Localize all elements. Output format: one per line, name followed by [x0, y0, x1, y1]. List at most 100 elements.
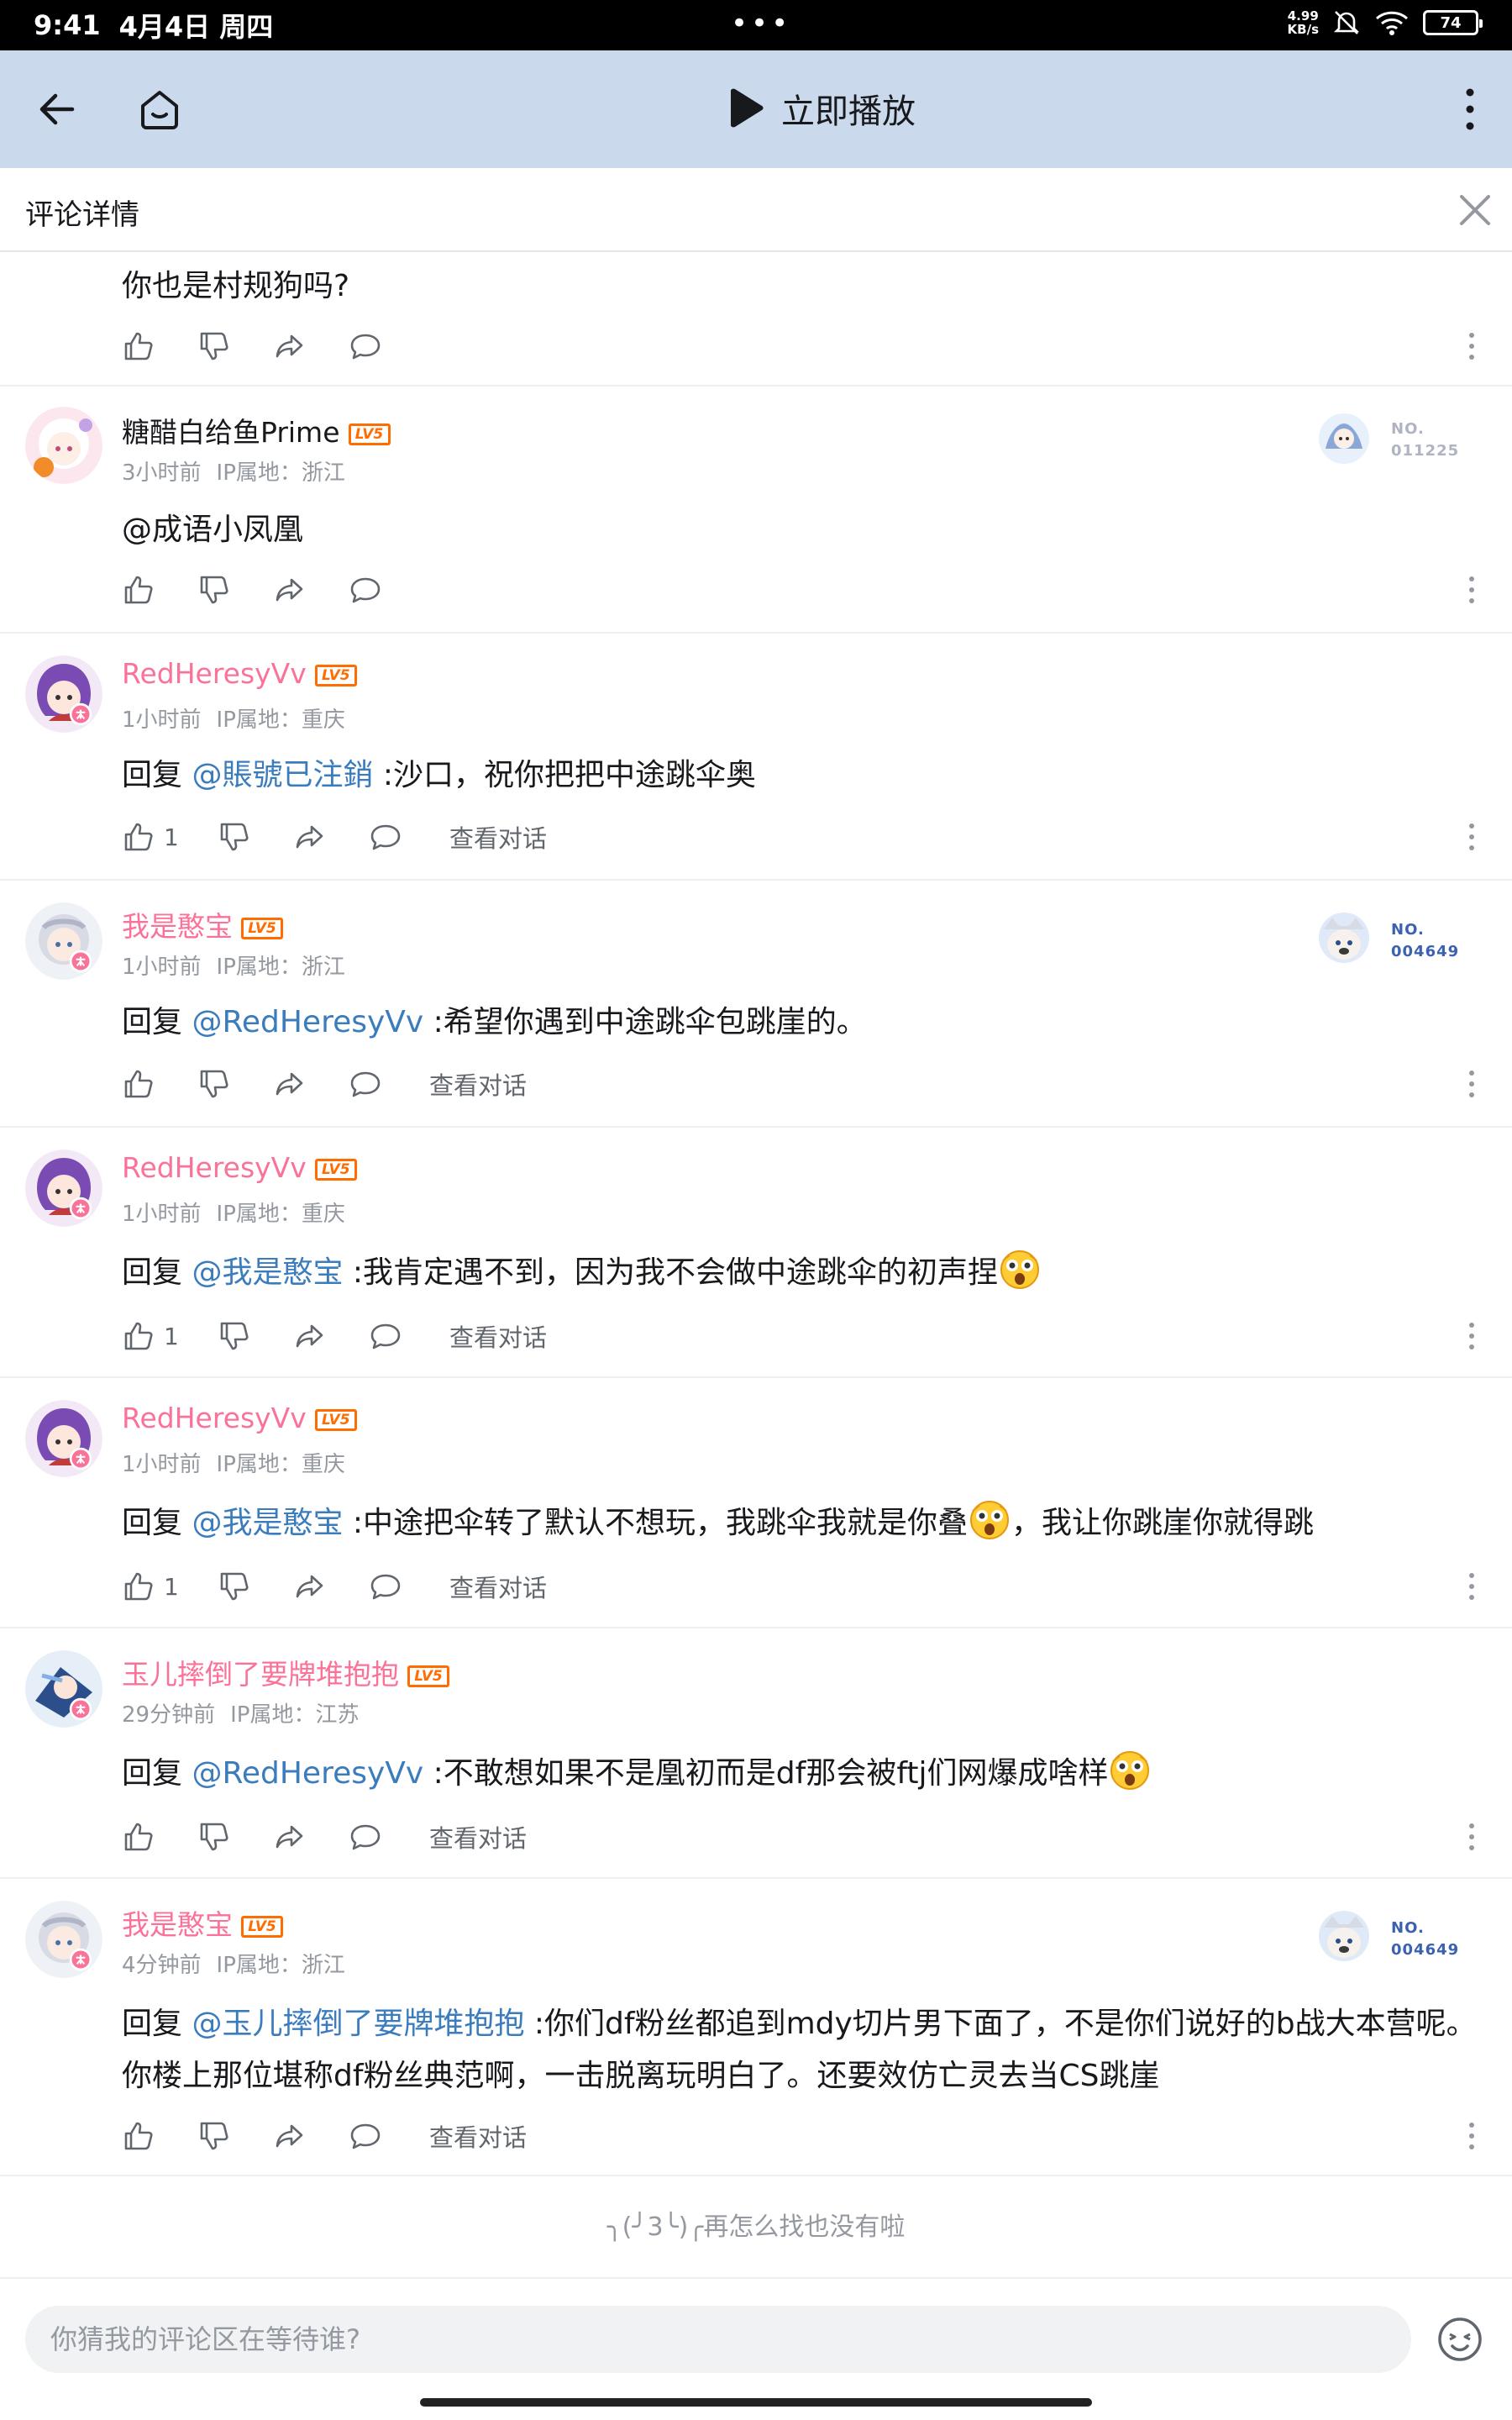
share-icon — [293, 820, 327, 854]
reply-button[interactable] — [349, 1060, 424, 1107]
more-vertical-icon[interactable] — [1462, 82, 1478, 136]
network-speed: 4.99 KB/s — [1287, 8, 1319, 37]
share-button[interactable] — [293, 813, 369, 860]
panel-title: 评论详情 — [25, 198, 139, 232]
more-options-icon[interactable] — [1468, 332, 1475, 360]
mention-link[interactable]: @RedHeresyVv — [192, 1005, 423, 1039]
comment-item: 我是憨宝 LV5 1小时前 IP属地：浙江 NO. 004649 回复 @RedHer… — [0, 881, 1512, 1128]
thumbs-up-icon — [122, 1067, 155, 1101]
more-options-icon[interactable] — [1468, 1823, 1475, 1851]
mention-link[interactable]: @RedHeresyVv — [192, 1756, 423, 1791]
like-button[interactable] — [122, 1813, 197, 1860]
like-button[interactable] — [122, 566, 197, 613]
view-conversation-link[interactable]: 查看对话 — [449, 1569, 547, 1604]
share-button[interactable] — [273, 1813, 349, 1860]
view-conversation-link[interactable]: 查看对话 — [449, 819, 547, 855]
like-button[interactable]: 1 — [122, 813, 218, 860]
mention-link[interactable]: @賬號已注銷 — [192, 758, 373, 792]
mention-link[interactable]: @玉儿摔倒了要牌堆抱抱 — [192, 2007, 524, 2041]
fan-badge-image — [1310, 906, 1378, 973]
dislike-button[interactable] — [218, 1313, 293, 1360]
like-button[interactable]: 1 — [122, 1563, 218, 1610]
username[interactable]: RedHeresyVv LV5 — [122, 1151, 357, 1184]
dislike-button[interactable] — [197, 566, 273, 613]
share-button[interactable] — [293, 1563, 369, 1610]
dislike-button[interactable] — [218, 813, 293, 860]
like-button[interactable] — [122, 1060, 197, 1107]
reply-button[interactable] — [349, 2112, 424, 2160]
mention-link[interactable]: @我是憨宝 — [192, 1506, 343, 1540]
vip-icon — [69, 1948, 92, 1971]
play-now-label: 立即播放 — [781, 92, 916, 131]
comment-item: 你也是村规狗吗? — [0, 254, 1512, 387]
username[interactable]: 糖醋白给鱼Prime LV5 — [122, 410, 391, 450]
reply-button[interactable] — [369, 1313, 444, 1360]
share-icon — [273, 329, 307, 363]
fan-badge-number: NO. 004649 — [1391, 1919, 1460, 1959]
view-conversation-link[interactable]: 查看对话 — [429, 2118, 527, 2154]
view-conversation-link[interactable]: 查看对话 — [429, 1819, 527, 1854]
more-options-icon[interactable] — [1468, 823, 1475, 851]
mention-link[interactable]: @我是憨宝 — [192, 1255, 343, 1290]
fan-badge-number: NO. 004649 — [1391, 921, 1460, 960]
fan-badge: NO. 004649 — [1310, 906, 1470, 973]
comment-text: 回复 @我是憨宝 :我肯定遇不到，因为我不会做中途跳伞的初声捏 — [122, 1247, 1483, 1299]
username[interactable]: 我是憨宝 LV5 — [122, 904, 283, 944]
thumbs-up-icon — [122, 1319, 155, 1353]
vip-icon — [69, 1447, 92, 1470]
close-icon[interactable] — [1457, 192, 1494, 229]
dislike-button[interactable] — [197, 1060, 273, 1107]
thumbs-up-icon — [122, 2119, 155, 2153]
share-button[interactable] — [293, 1313, 369, 1360]
dislike-button[interactable] — [197, 323, 273, 370]
share-button[interactable] — [273, 566, 349, 613]
share-button[interactable] — [273, 323, 349, 370]
vip-icon — [69, 702, 92, 726]
comment-bubble-icon — [369, 1570, 402, 1603]
back-arrow-icon[interactable] — [34, 86, 81, 133]
home-icon[interactable] — [134, 84, 185, 134]
vip-icon — [69, 1197, 92, 1220]
reply-button[interactable] — [349, 323, 424, 370]
comment-input[interactable]: 你猜我的评论区在等待谁? — [25, 2306, 1411, 2373]
username[interactable]: RedHeresyVv LV5 — [122, 1402, 357, 1434]
more-options-icon[interactable] — [1468, 1070, 1475, 1098]
thumbs-up-icon — [122, 820, 155, 854]
comment-bubble-icon — [369, 1319, 402, 1353]
comment-meta: 29分钟前 IP属地：江苏 — [122, 1702, 360, 1728]
reply-button[interactable] — [349, 1813, 424, 1860]
like-button[interactable] — [122, 2112, 197, 2160]
dislike-button[interactable] — [218, 1563, 293, 1610]
username[interactable]: 我是憨宝 LV5 — [122, 1902, 283, 1943]
like-button[interactable] — [122, 323, 197, 370]
play-now-button[interactable]: 立即播放 — [726, 84, 916, 133]
emoji-icon[interactable] — [1436, 2316, 1483, 2363]
share-button[interactable] — [273, 2112, 349, 2160]
home-indicator[interactable] — [420, 2398, 1092, 2407]
share-button[interactable] — [273, 1060, 349, 1107]
share-icon — [273, 2119, 307, 2153]
more-options-icon[interactable] — [1468, 1322, 1475, 1350]
status-dots: ••• — [731, 7, 792, 40]
username[interactable]: 玉儿摔倒了要牌堆抱抱 LV5 — [122, 1652, 449, 1692]
username[interactable]: RedHeresyVv LV5 — [122, 657, 357, 690]
share-icon — [293, 1570, 327, 1603]
view-conversation-link[interactable]: 查看对话 — [429, 1066, 527, 1102]
share-icon — [273, 573, 307, 607]
vip-icon — [69, 1697, 92, 1721]
avatar[interactable] — [25, 407, 102, 484]
like-button[interactable]: 1 — [122, 1313, 218, 1360]
reply-button[interactable] — [349, 566, 424, 613]
more-options-icon[interactable] — [1468, 2122, 1475, 2150]
play-icon — [731, 88, 764, 128]
reply-button[interactable] — [369, 813, 444, 860]
more-options-icon[interactable] — [1468, 576, 1475, 604]
fan-badge-number: NO. 011225 — [1391, 420, 1460, 460]
dislike-button[interactable] — [197, 1813, 273, 1860]
more-options-icon[interactable] — [1468, 1572, 1475, 1601]
battery-indicator: 74 — [1423, 10, 1483, 35]
view-conversation-link[interactable]: 查看对话 — [449, 1318, 547, 1354]
dislike-button[interactable] — [197, 2112, 273, 2160]
thumbs-up-icon — [122, 1820, 155, 1854]
reply-button[interactable] — [369, 1563, 444, 1610]
